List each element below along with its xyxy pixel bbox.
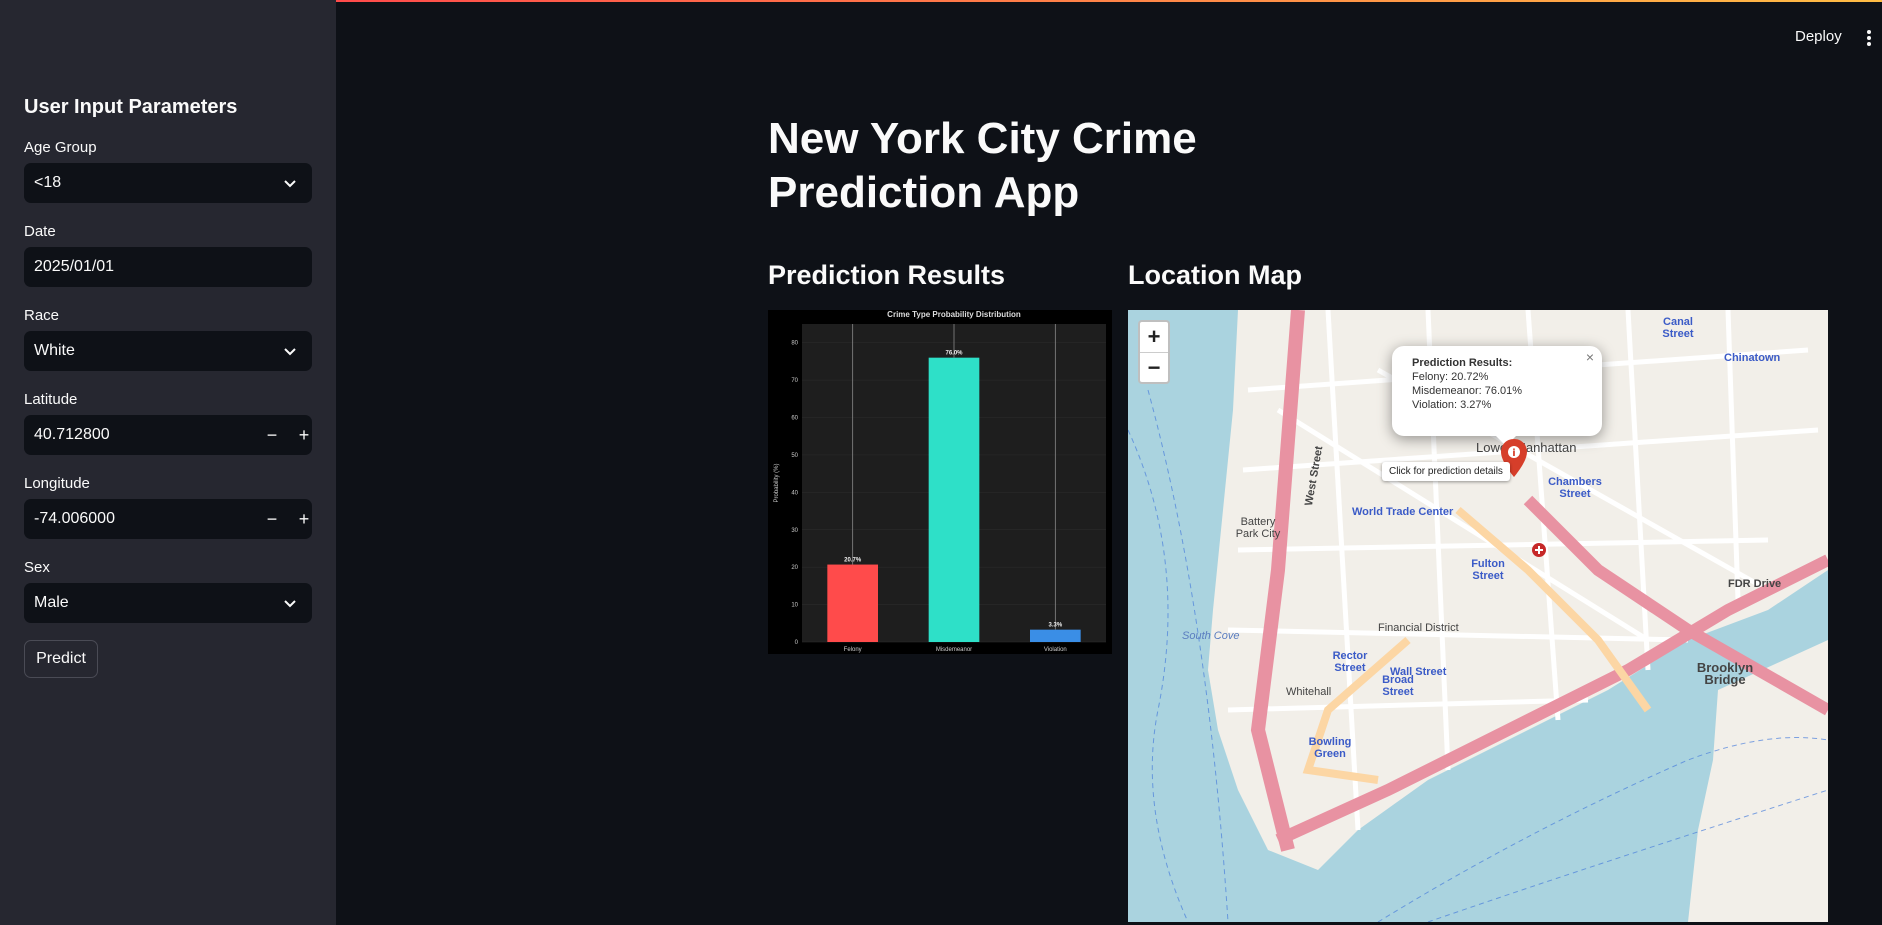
map-label-bowling-green: Bowling Green xyxy=(1308,736,1352,760)
chart-y-tick-label: 20 xyxy=(791,565,798,571)
map-label-canal-street: Canal Street xyxy=(1662,316,1694,340)
longitude-increment-button[interactable]: + xyxy=(290,501,318,537)
latitude-decrement-button[interactable]: − xyxy=(258,417,286,453)
chart-y-axis-label: Probability (%) xyxy=(774,463,780,502)
chevron-down-icon xyxy=(284,348,296,356)
sex-label: Sex xyxy=(24,559,50,576)
date-input[interactable]: 2025/01/01 xyxy=(24,247,312,287)
map-label-fulton-street: Fulton Street xyxy=(1471,558,1505,582)
location-map-heading: Location Map xyxy=(1128,260,1302,290)
chart-bar xyxy=(1030,629,1081,642)
chart-bar xyxy=(827,564,878,642)
predict-button[interactable]: Predict xyxy=(24,640,98,678)
date-value: 2025/01/01 xyxy=(34,258,115,275)
map-zoom-control: + − xyxy=(1138,320,1170,384)
chart-data-label: 76.0% xyxy=(945,351,963,357)
chart-x-tick-label: Violation xyxy=(1044,647,1067,653)
map-label-south-cove: South Cove xyxy=(1182,630,1240,642)
chart-data-label: 3.3% xyxy=(1048,623,1062,629)
latitude-input[interactable]: 40.712800 − + xyxy=(24,415,312,455)
longitude-value: -74.006000 xyxy=(34,510,115,527)
deploy-button[interactable]: Deploy xyxy=(1795,28,1842,45)
svg-text:i: i xyxy=(1512,448,1515,459)
age-group-label: Age Group xyxy=(24,139,97,156)
latitude-label: Latitude xyxy=(24,391,78,408)
popup-title: Prediction Results: xyxy=(1412,357,1513,369)
chart-y-tick-label: 80 xyxy=(791,341,798,347)
map-label-chinatown: Chinatown xyxy=(1724,352,1781,364)
chart-y-tick-label: 70 xyxy=(791,378,798,384)
chart-x-tick-label: Misdemeanor xyxy=(936,647,972,653)
map-label-battery-park-city: Battery Park City xyxy=(1235,516,1281,540)
page-title: New York City Crime Prediction App xyxy=(768,114,1197,217)
chart-x-tick-label: Felony xyxy=(844,647,862,653)
map-label-fdr-drive: FDR Drive xyxy=(1728,578,1782,590)
probability-chart: Crime Type Probability Distribution Proba… xyxy=(768,310,1112,654)
map-label-financial-district: Financial District xyxy=(1378,622,1459,634)
chevron-down-icon xyxy=(284,180,296,188)
sidebar: User Input Parameters Age Group <18 Date… xyxy=(0,0,336,925)
chart-title: Crime Type Probability Distribution xyxy=(887,310,1021,319)
map-label-world-trade: World Trade Center xyxy=(1352,506,1454,518)
top-accent-bar xyxy=(336,0,1882,2)
age-group-select[interactable]: <18 xyxy=(24,163,312,203)
longitude-decrement-button[interactable]: − xyxy=(258,501,286,537)
marker-tooltip: Click for prediction details xyxy=(1382,462,1510,481)
chevron-down-icon xyxy=(284,600,296,608)
map-label-whitehall: Whitehall xyxy=(1286,686,1332,698)
longitude-input[interactable]: -74.006000 − + xyxy=(24,499,312,539)
map-label-broad-street: Broad Street xyxy=(1382,674,1414,698)
zoom-out-button[interactable]: − xyxy=(1140,353,1168,383)
prediction-results-heading: Prediction Results xyxy=(768,260,1006,290)
latitude-value: 40.712800 xyxy=(34,426,110,443)
race-value: White xyxy=(34,342,75,359)
age-group-value: <18 xyxy=(34,174,62,191)
zoom-in-button[interactable]: + xyxy=(1140,322,1168,353)
chart-y-tick-label: 30 xyxy=(791,528,798,534)
chart-y-tick-label: 0 xyxy=(795,640,799,646)
chart-y-tick-label: 50 xyxy=(791,453,798,459)
race-label: Race xyxy=(24,307,60,324)
more-options-icon[interactable] xyxy=(1866,28,1872,48)
chart-data-label: 20.7% xyxy=(844,558,862,564)
prediction-popup: × Prediction Results: Felony: 20.72% Mis… xyxy=(1392,346,1602,436)
map-label-rector-street: Rector Street xyxy=(1332,650,1368,674)
popup-misdemeanor: Misdemeanor: 76.01% xyxy=(1412,385,1523,397)
chart-y-tick-label: 40 xyxy=(791,490,798,496)
latitude-increment-button[interactable]: + xyxy=(290,417,318,453)
close-icon[interactable]: × xyxy=(1586,350,1594,364)
sidebar-title: User Input Parameters xyxy=(24,96,238,118)
popup-violation: Violation: 3.27% xyxy=(1412,399,1492,411)
sex-value: Male xyxy=(34,594,69,611)
chart-y-tick-label: 60 xyxy=(791,416,798,422)
date-label: Date xyxy=(24,223,56,240)
chart-y-tick-label: 10 xyxy=(791,603,798,609)
map-label-brooklyn-bridge: Brooklyn Bridge xyxy=(1696,660,1754,687)
chart-bar xyxy=(928,357,980,642)
probability-bar-chart: Crime Type Probability Distribution Proba… xyxy=(774,310,1106,653)
map-label-chambers-street: Chambers Street xyxy=(1548,476,1602,500)
race-select[interactable]: White xyxy=(24,331,312,371)
sex-select[interactable]: Male xyxy=(24,583,312,623)
popup-felony: Felony: 20.72% xyxy=(1412,371,1489,383)
longitude-label: Longitude xyxy=(24,475,90,492)
location-map[interactable]: World Trade Center Battery Park City Fin… xyxy=(1128,310,1828,922)
